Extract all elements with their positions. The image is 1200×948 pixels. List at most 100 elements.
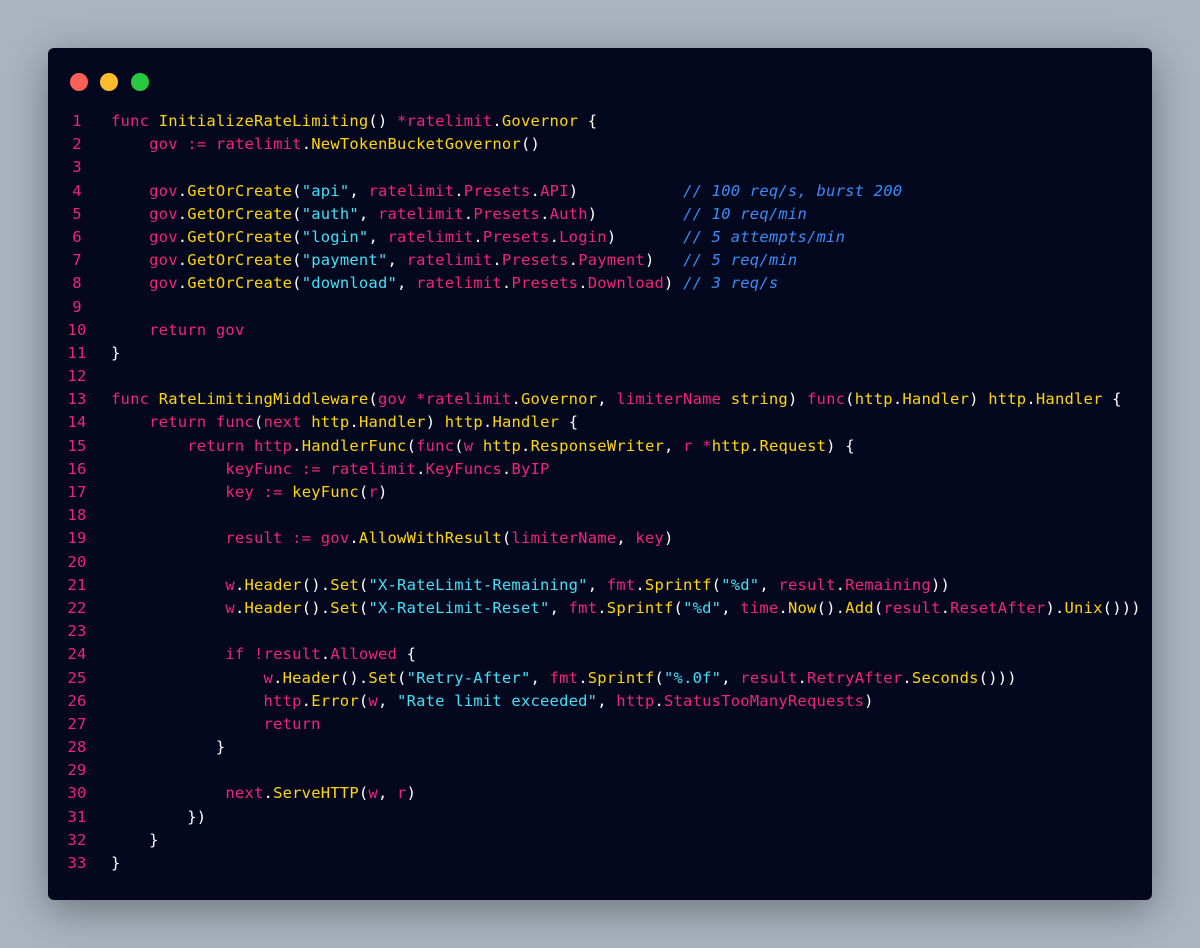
code-line: 8 gov.GetOrCreate("download", ratelimit.… — [48, 272, 1152, 295]
line-number: 30 — [67, 784, 87, 803]
code-token: } — [111, 854, 121, 872]
code-token: gov — [377, 390, 407, 409]
line-number: 21 — [67, 575, 87, 594]
code-token: . — [273, 668, 283, 687]
code-token: . — [568, 251, 579, 270]
code-token: Presets — [473, 204, 541, 223]
code-text: w.Header().Set("X-RateLimit-Remaining", … — [111, 574, 950, 597]
code-token: result — [883, 598, 941, 617]
code-token: Handler — [358, 413, 426, 432]
code-token: ServeHTTP — [273, 784, 359, 803]
code-text: gov.GetOrCreate("auth", ratelimit.Preset… — [111, 203, 807, 226]
code-token: func — [111, 112, 150, 130]
code-token: . — [349, 529, 359, 548]
line-number: 23 — [67, 622, 87, 641]
line-number: 22 — [67, 598, 87, 617]
code-token: . — [320, 645, 331, 664]
code-token: ratelimit — [425, 390, 512, 409]
code-token: result — [778, 575, 836, 594]
code-token: API — [540, 181, 569, 200]
code-token: . — [597, 598, 607, 617]
code-token: ratelimit — [368, 181, 455, 200]
code-token: , — [597, 390, 617, 409]
code-token: ) — [406, 784, 417, 803]
code-token: GetOrCreate — [187, 227, 293, 246]
code-token: http — [311, 413, 350, 432]
code-token: (). — [301, 598, 331, 617]
code-token: next — [225, 784, 264, 803]
code-token: if — [225, 645, 245, 664]
line-number: 29 — [67, 761, 87, 780]
code-token: { — [397, 645, 417, 664]
code-token: "%d" — [721, 575, 760, 594]
code-text: return http.HandlerFunc(func(w http.Resp… — [111, 435, 855, 458]
code-token: . — [454, 181, 464, 200]
close-icon[interactable] — [70, 73, 88, 91]
code-window: 1 func InitializeRateLimiting() *ratelimi… — [48, 48, 1152, 900]
code-line: 10 return gov — [48, 319, 1152, 342]
code-token: , — [387, 251, 407, 270]
code-token: ( — [654, 668, 665, 687]
code-text: w.Header().Set("X-RateLimit-Reset", fmt.… — [111, 597, 1141, 620]
minimize-icon[interactable] — [100, 73, 118, 91]
code-token: "download" — [301, 274, 398, 293]
code-text: gov.GetOrCreate("login", ratelimit.Prese… — [111, 226, 845, 249]
code-token: ( — [292, 181, 302, 200]
line-number: 33 — [67, 854, 87, 872]
code-block: 1 func InitializeRateLimiting() *ratelimi… — [48, 110, 1152, 875]
code-token: . — [530, 181, 541, 200]
code-token: := — [263, 483, 283, 501]
maximize-icon[interactable] — [131, 73, 149, 91]
code-token: . — [416, 459, 426, 478]
code-token: ( — [711, 575, 722, 594]
code-token: Request — [759, 436, 827, 455]
code-token: , — [664, 436, 684, 455]
code-token: . — [349, 413, 359, 432]
code-token: HandlerFunc — [301, 436, 407, 455]
code-token: } — [111, 343, 121, 362]
code-token: http — [482, 436, 522, 455]
line-number: 19 — [67, 529, 87, 548]
line-number: 2 — [72, 135, 82, 154]
code-token: return — [149, 413, 207, 432]
code-token: . — [263, 784, 274, 803]
code-token: . — [578, 668, 588, 687]
code-token: RateLimitingMiddleware — [158, 390, 369, 409]
code-token: ratelimit — [330, 459, 417, 478]
code-token: r — [683, 436, 693, 455]
code-token: func — [215, 413, 255, 432]
code-token: Presets — [511, 274, 579, 293]
line-number: 12 — [67, 367, 87, 386]
code-token: } — [111, 738, 226, 757]
code-token: Sprintf — [606, 598, 674, 617]
code-line: 26 http.Error(w, "Rate limit exceeded", … — [48, 690, 1152, 713]
code-token: gov — [149, 274, 178, 293]
code-token: w — [368, 691, 378, 710]
code-token: Governor — [520, 390, 598, 409]
code-token: ( — [454, 436, 464, 455]
code-token: Login — [559, 227, 607, 246]
code-token: StatusTooManyRequests — [663, 691, 865, 710]
code-token: return — [263, 714, 321, 733]
code-token: ) — [606, 227, 684, 246]
code-token: Handler — [902, 390, 970, 409]
code-text: http.Error(w, "Rate limit exceeded", htt… — [111, 690, 874, 713]
code-token: "auth" — [301, 204, 359, 223]
code-token: "X-RateLimit-Remaining" — [368, 575, 588, 594]
code-token: { — [1102, 390, 1122, 409]
code-token: gov — [215, 320, 245, 339]
code-token: r — [368, 483, 378, 501]
code-token: () — [520, 135, 541, 154]
code-token: Set — [330, 575, 359, 594]
